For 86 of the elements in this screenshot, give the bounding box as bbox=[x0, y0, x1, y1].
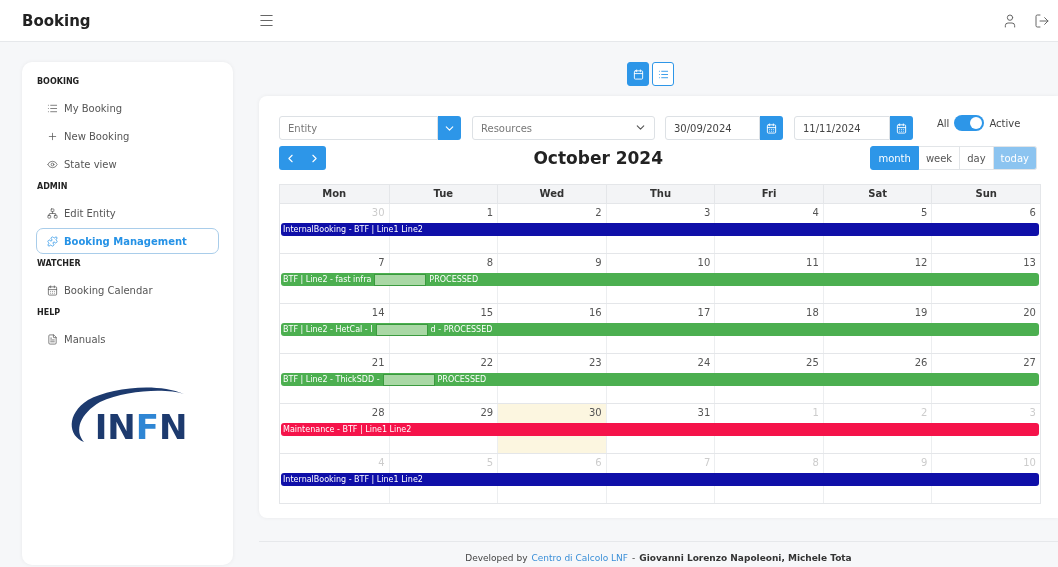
event-title: InternalBooking - BTF | Line1 Line2 bbox=[283, 225, 423, 234]
footer-separator: - bbox=[632, 553, 636, 563]
calendar-icon[interactable] bbox=[760, 116, 783, 140]
event-bar[interactable]: InternalBooking - BTF | Line1 Line2 bbox=[281, 473, 1039, 486]
month-title: October 2024 bbox=[532, 148, 665, 168]
end-date-field[interactable]: 11/11/2024 bbox=[794, 116, 890, 140]
event-title: BTF | Line2 - fast infra bbox=[283, 275, 372, 284]
list-icon bbox=[47, 102, 58, 114]
day-number: 1 bbox=[486, 206, 495, 218]
day-number: 8 bbox=[486, 256, 495, 268]
day-number: 21 bbox=[371, 356, 386, 368]
day-number: 5 bbox=[921, 206, 929, 218]
sidebar-heading: WATCHER bbox=[37, 259, 82, 268]
event-bar[interactable]: Maintenance - BTF | Line1 Line2 bbox=[281, 423, 1039, 436]
sidebar-heading: ADMIN bbox=[37, 182, 69, 191]
view-mode-tab[interactable]: day bbox=[960, 146, 994, 170]
weekday-header: Thu bbox=[605, 185, 715, 203]
sidebar-heading: HELP bbox=[37, 308, 62, 317]
day-number: 9 bbox=[595, 256, 603, 268]
day-cell[interactable]: 30 bbox=[497, 404, 606, 423]
event-bar[interactable]: InternalBooking - BTF | Line1 Line2 bbox=[281, 223, 1039, 236]
day-number: 31 bbox=[697, 406, 712, 418]
list-view-button[interactable] bbox=[652, 62, 674, 86]
view-mode-tab[interactable]: week bbox=[918, 146, 961, 170]
weekday-header: Tue bbox=[388, 185, 498, 203]
day-number: 15 bbox=[480, 306, 495, 318]
active-toggle[interactable] bbox=[954, 115, 985, 131]
weekday-header: Sat bbox=[822, 185, 932, 203]
document-icon bbox=[47, 333, 58, 345]
footer-authors: Giovanni Lorenzo Napoleoni, Michele Tota bbox=[639, 553, 852, 563]
event-status: PROCESSED bbox=[437, 375, 487, 384]
day-number: 20 bbox=[1023, 306, 1037, 318]
day-number: 24 bbox=[697, 356, 712, 368]
day-number: 7 bbox=[378, 256, 386, 268]
puzzle-icon bbox=[47, 235, 58, 247]
day-number: 22 bbox=[480, 356, 495, 368]
list-icon bbox=[657, 68, 669, 80]
logout-icon[interactable] bbox=[1034, 12, 1050, 29]
logo-text: INFN bbox=[94, 410, 188, 444]
day-number: 25 bbox=[806, 356, 820, 368]
day-number: 13 bbox=[1023, 256, 1037, 268]
eye-icon bbox=[47, 158, 58, 170]
day-number: 2 bbox=[595, 206, 603, 218]
toggle-label: Active bbox=[989, 117, 1021, 129]
app-title: Booking bbox=[22, 11, 92, 30]
weekday-header: Wed bbox=[497, 185, 606, 203]
day-number: 23 bbox=[588, 356, 603, 368]
day-number: 27 bbox=[1023, 356, 1037, 368]
day-number: 29 bbox=[480, 406, 495, 418]
plus-icon bbox=[47, 130, 58, 142]
weekday-header: Fri bbox=[714, 185, 823, 203]
event-title: BTF | Line2 - HetCal - I bbox=[283, 325, 373, 334]
resources-select[interactable]: Resources bbox=[472, 116, 655, 140]
event-title: BTF | Line2 - ThickSDD - bbox=[283, 375, 380, 384]
calendar-icon bbox=[632, 68, 644, 80]
menu-icon[interactable] bbox=[258, 12, 275, 29]
weekday-header: Mon bbox=[321, 187, 348, 201]
weekday-header: Sun bbox=[931, 185, 1040, 203]
day-number: 18 bbox=[806, 306, 820, 318]
day-number: 3 bbox=[703, 206, 712, 218]
day-number: 4 bbox=[812, 206, 820, 218]
user-icon[interactable] bbox=[1002, 12, 1018, 29]
hierarchy-icon bbox=[47, 207, 58, 219]
event-title: InternalBooking - BTF | Line1 Line2 bbox=[283, 475, 423, 484]
entity-select[interactable]: Entity bbox=[279, 116, 438, 140]
day-number: 6 bbox=[1029, 206, 1037, 218]
day-number: 11 bbox=[806, 256, 820, 268]
calendar-icon bbox=[47, 284, 58, 296]
day-number: 17 bbox=[697, 306, 712, 318]
event-title: Maintenance - BTF | Line1 Line2 bbox=[283, 425, 412, 434]
day-number: 28 bbox=[371, 406, 386, 418]
toggle-label: All bbox=[937, 117, 950, 129]
event-status: d - PROCESSED bbox=[430, 325, 493, 334]
day-number: 10 bbox=[697, 256, 712, 268]
day-number: 19 bbox=[914, 306, 929, 318]
day-number: 12 bbox=[914, 256, 929, 268]
day-number: 16 bbox=[588, 306, 603, 318]
day-number: 26 bbox=[914, 356, 929, 368]
day-number: 14 bbox=[371, 306, 386, 318]
event-status: PROCESSED bbox=[429, 275, 479, 284]
calendar-view-button[interactable] bbox=[627, 62, 649, 86]
start-date-field[interactable]: 30/09/2024 bbox=[665, 116, 760, 140]
day-number: 30 bbox=[588, 406, 603, 418]
calendar-icon[interactable] bbox=[890, 116, 913, 140]
footer-text: Developed by bbox=[465, 553, 528, 563]
sidebar-heading: BOOKING bbox=[37, 77, 81, 86]
